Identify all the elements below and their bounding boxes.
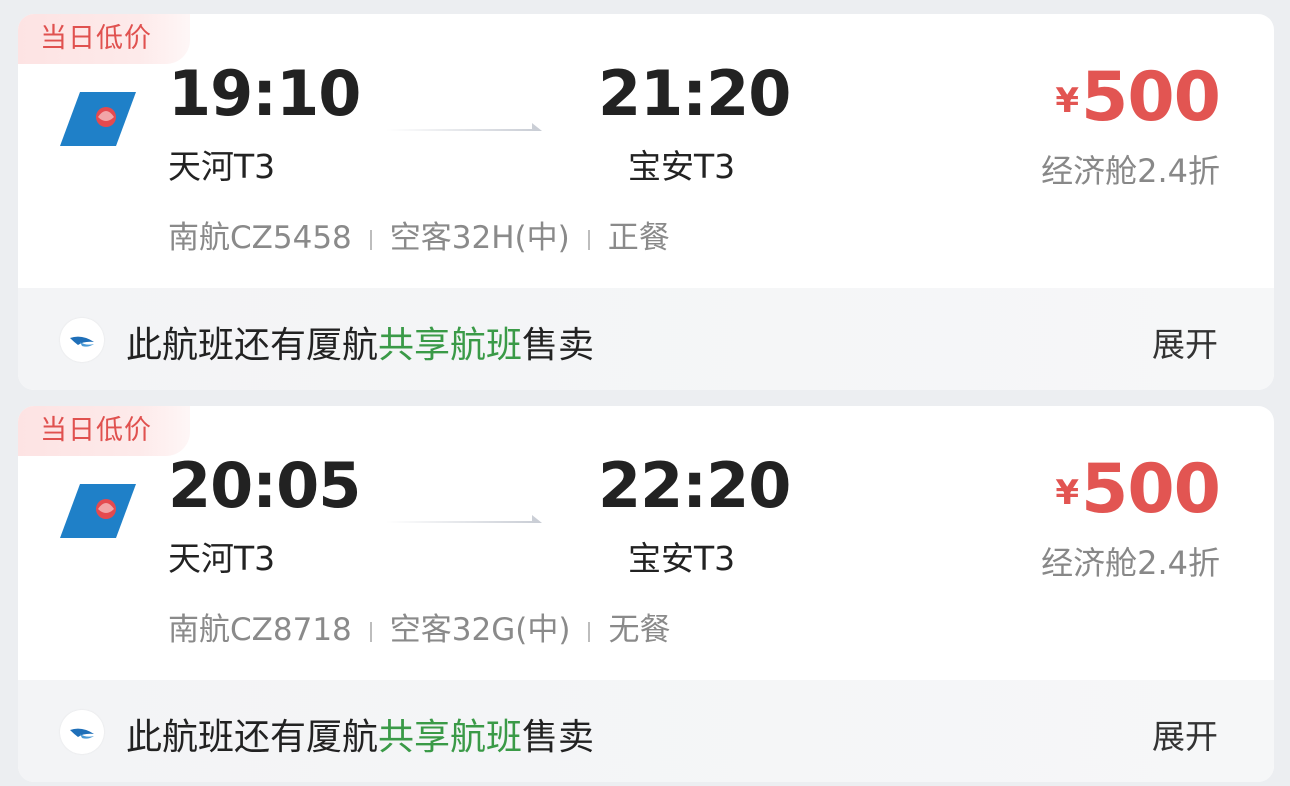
lowest-price-tag: 当日低价 xyxy=(18,14,190,64)
arrival-time: 21:20 xyxy=(598,57,791,130)
xiamen-airlines-logo-icon xyxy=(60,710,104,754)
meal-info: 正餐 xyxy=(607,220,670,256)
flight-info: 南航CZ5458 空客32H(中) 正餐 xyxy=(168,212,670,257)
codeshare-suffix: 售卖 xyxy=(522,325,595,366)
departure-time: 19:10 xyxy=(168,57,361,130)
arrival-time: 22:20 xyxy=(598,449,791,522)
codeshare-bar[interactable]: 此航班还有厦航共享航班售卖 展开 xyxy=(18,680,1274,782)
cabin-discount: 经济舱2.4折 xyxy=(1041,152,1220,190)
codeshare-suffix: 售卖 xyxy=(522,717,595,758)
arrival-airport: 宝安T3 xyxy=(628,147,736,186)
flight-card[interactable]: 当日低价 19:10 21:20 天河T3 宝安T3 ¥500 经济舱2.4折 … xyxy=(18,14,1274,390)
codeshare-highlight: 共享航班 xyxy=(378,325,523,366)
currency-symbol: ¥ xyxy=(1055,473,1080,513)
aircraft-type: 空客32G(中) xyxy=(389,612,571,648)
flight-arrow-icon xyxy=(386,123,542,131)
flight-info: 南航CZ8718 空客32G(中) 无餐 xyxy=(168,604,670,649)
codeshare-text: 此航班还有厦航共享航班售卖 xyxy=(126,316,594,368)
meal-info: 无餐 xyxy=(608,612,671,648)
airline-flight-number: 南航CZ8718 xyxy=(168,612,352,648)
price-value: 500 xyxy=(1081,58,1221,137)
flight-card[interactable]: 当日低价 20:05 22:20 天河T3 宝安T3 ¥500 经济舱2.4折 … xyxy=(18,406,1274,782)
departure-airport: 天河T3 xyxy=(168,539,276,578)
divider xyxy=(588,621,591,642)
departure-time: 20:05 xyxy=(168,449,361,522)
codeshare-highlight: 共享航班 xyxy=(378,717,523,758)
xiamen-airlines-logo-icon xyxy=(60,318,104,362)
divider xyxy=(369,621,372,642)
divider xyxy=(369,229,372,250)
codeshare-prefix: 此航班还有厦航 xyxy=(126,717,379,758)
airline-flight-number: 南航CZ5458 xyxy=(168,220,352,256)
china-southern-logo-icon xyxy=(60,484,136,538)
divider xyxy=(587,229,590,250)
flight-arrow-icon xyxy=(386,515,542,523)
codeshare-bar[interactable]: 此航班还有厦航共享航班售卖 展开 xyxy=(18,288,1274,390)
price-value: 500 xyxy=(1081,450,1221,529)
expand-button[interactable]: 展开 xyxy=(1152,318,1218,366)
aircraft-type: 空客32H(中) xyxy=(389,220,570,256)
cabin-discount: 经济舱2.4折 xyxy=(1041,544,1220,582)
codeshare-prefix: 此航班还有厦航 xyxy=(126,325,379,366)
departure-airport: 天河T3 xyxy=(168,147,276,186)
arrival-airport: 宝安T3 xyxy=(628,539,736,578)
china-southern-logo-icon xyxy=(60,92,136,146)
price: ¥500 xyxy=(1055,58,1221,137)
currency-symbol: ¥ xyxy=(1055,81,1080,121)
lowest-price-tag: 当日低价 xyxy=(18,406,190,456)
expand-button[interactable]: 展开 xyxy=(1152,710,1218,758)
codeshare-text: 此航班还有厦航共享航班售卖 xyxy=(126,708,594,760)
price: ¥500 xyxy=(1055,450,1221,529)
